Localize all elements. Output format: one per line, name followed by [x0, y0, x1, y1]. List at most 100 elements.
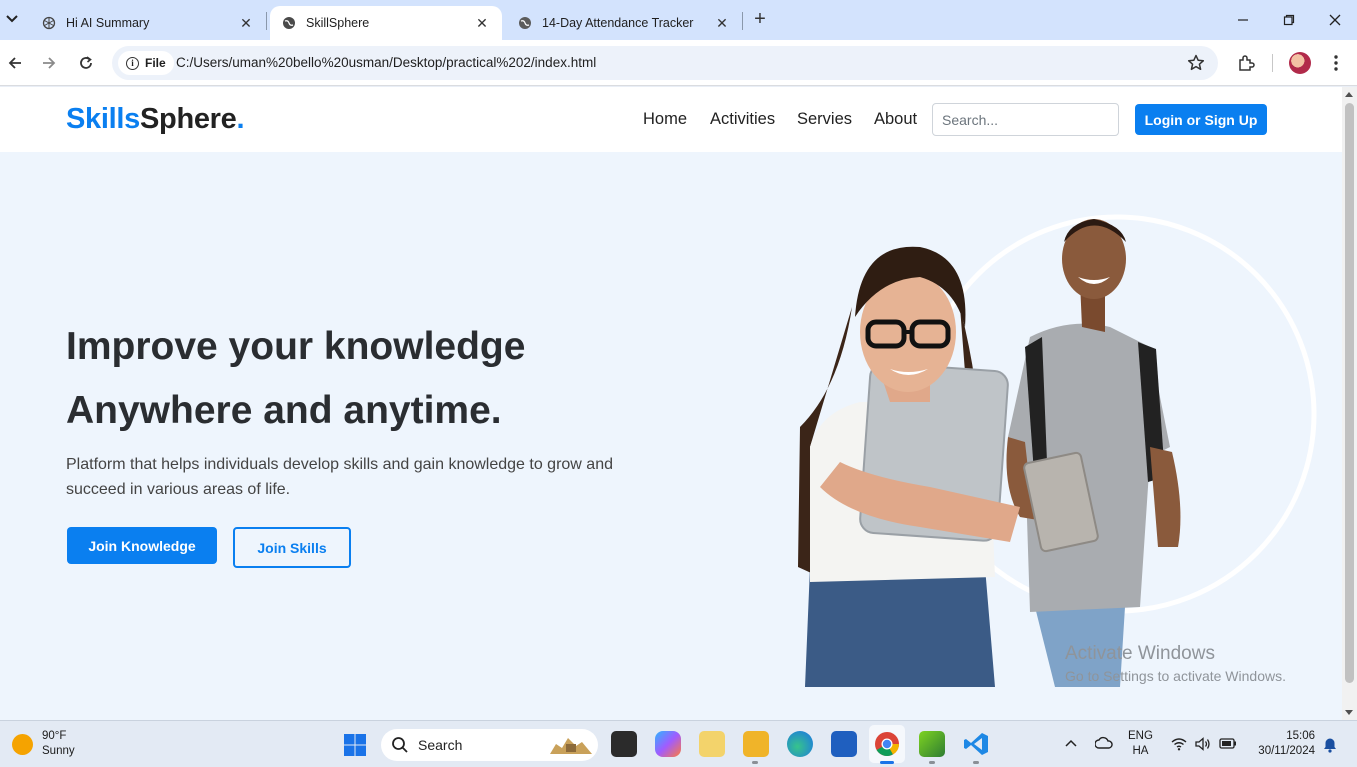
- tab-hi-ai-summary[interactable]: Hi AI Summary ✕: [30, 6, 266, 40]
- task-view-icon[interactable]: [611, 731, 637, 757]
- globe-icon: [282, 16, 296, 30]
- forward-button[interactable]: [38, 52, 60, 74]
- extensions-icon[interactable]: [1236, 53, 1256, 73]
- tab-attendance-tracker[interactable]: 14-Day Attendance Tracker ✕: [506, 6, 742, 40]
- hero-students-image: [798, 214, 1317, 687]
- url-text[interactable]: C:/Users/uman%20bello%20usman/Desktop/pr…: [176, 55, 596, 70]
- hero-title-line-1: Improve your knowledge: [66, 325, 526, 368]
- app-running-indicator: [929, 761, 935, 764]
- hero-description: Platform that helps individuals develop …: [66, 456, 613, 498]
- close-icon: [1329, 14, 1341, 26]
- scroll-thumb[interactable]: [1345, 103, 1354, 683]
- hero-title: Improve your knowledge Anywhere and anyt…: [66, 315, 525, 443]
- keyboard-layout: HA: [1132, 745, 1149, 757]
- onedrive-cloud-icon[interactable]: [1095, 736, 1113, 750]
- language-indicator[interactable]: ENG HA: [1128, 729, 1153, 759]
- notification-bell-icon[interactable]: [1322, 737, 1338, 753]
- more-options-icon[interactable]: [1326, 53, 1346, 73]
- minimize-button[interactable]: [1229, 8, 1257, 32]
- tab-title: SkillSphere: [306, 16, 370, 30]
- browser-toolbar: i File C:/Users/uman%20bello%20usman/Des…: [0, 40, 1357, 86]
- tab-divider: [266, 12, 267, 30]
- close-window-button[interactable]: [1321, 8, 1349, 32]
- student-woman-figure: [798, 246, 1020, 687]
- join-knowledge-button[interactable]: Join Knowledge: [67, 527, 217, 564]
- taskbar-search-box[interactable]: Search: [381, 729, 598, 761]
- address-bar[interactable]: i File C:/Users/uman%20bello%20usman/Des…: [112, 46, 1218, 80]
- logo-part-sphere: Sphere: [139, 103, 237, 135]
- scroll-up-arrow[interactable]: [1345, 92, 1353, 97]
- reload-icon: [80, 56, 92, 69]
- battery-icon[interactable]: [1219, 738, 1237, 749]
- activate-windows-watermark: Activate Windows Go to Settings to activ…: [1065, 643, 1286, 684]
- info-icon: i: [126, 56, 139, 70]
- nav-about[interactable]: About: [874, 110, 917, 129]
- edge-browser-icon[interactable]: [787, 731, 813, 757]
- minimize-icon: [1238, 19, 1248, 21]
- wifi-icon[interactable]: [1171, 737, 1187, 751]
- app-running-indicator: [752, 761, 758, 764]
- back-button[interactable]: [4, 52, 26, 74]
- openai-icon: [42, 16, 56, 30]
- tab-search-button[interactable]: [2, 8, 22, 30]
- page-viewport: SkillsSphere. Home Activities Servies Ab…: [0, 87, 1342, 720]
- app-active-indicator: [880, 761, 894, 764]
- back-arrow-icon: [8, 57, 21, 69]
- watermark-title: Activate Windows: [1065, 643, 1215, 664]
- forward-arrow-icon: [43, 57, 56, 69]
- close-icon[interactable]: ✕: [714, 15, 730, 31]
- weather-temp: 90°F: [42, 730, 67, 742]
- watermark-subtitle: Go to Settings to activate Windows.: [1065, 668, 1286, 684]
- reload-button[interactable]: [75, 52, 97, 74]
- weather-widget[interactable]: 90°F Sunny: [12, 729, 75, 759]
- tab-title: Hi AI Summary: [66, 16, 150, 30]
- search-icon: [392, 737, 408, 753]
- close-icon[interactable]: ✕: [474, 15, 490, 31]
- nav-services[interactable]: Servies: [797, 110, 852, 129]
- show-hidden-icons-chevron[interactable]: [1065, 739, 1077, 747]
- search-highlight-icon: [550, 738, 592, 754]
- nav-home[interactable]: Home: [643, 110, 687, 129]
- globe-icon: [518, 16, 532, 30]
- tab-title: 14-Day Attendance Tracker: [542, 16, 694, 30]
- tab-skillsphere[interactable]: SkillSphere ✕: [270, 6, 502, 40]
- app-running-indicator: [973, 761, 979, 764]
- site-logo[interactable]: SkillsSphere.: [66, 103, 245, 136]
- vscode-icon[interactable]: [963, 731, 989, 757]
- stock-app-icon[interactable]: [919, 731, 945, 757]
- scroll-down-arrow[interactable]: [1345, 710, 1353, 715]
- windows-start-icon[interactable]: [343, 733, 367, 757]
- restore-button[interactable]: [1275, 8, 1303, 32]
- restore-icon: [1283, 14, 1295, 26]
- chrome-icon[interactable]: [874, 731, 900, 757]
- join-skills-button[interactable]: Join Skills: [233, 527, 351, 568]
- microsoft-store-icon[interactable]: [831, 731, 857, 757]
- hero-title-line-2: Anywhere and anytime.: [66, 389, 502, 432]
- windows-taskbar: 90°F Sunny Search ENG HA 15:06 30/11/202…: [0, 720, 1357, 767]
- clock-date: 30/11/2024: [1258, 745, 1315, 757]
- new-tab-button[interactable]: +: [750, 9, 770, 30]
- site-search-input[interactable]: [932, 103, 1119, 136]
- bookmark-star-icon[interactable]: [1186, 53, 1206, 73]
- page-scrollbar[interactable]: [1342, 87, 1357, 720]
- weather-desc: Sunny: [42, 745, 75, 757]
- logo-dot: .: [236, 103, 245, 135]
- notes-app-icon[interactable]: [699, 731, 725, 757]
- file-explorer-icon[interactable]: [743, 731, 769, 757]
- close-icon[interactable]: ✕: [238, 15, 254, 31]
- sun-icon: [12, 733, 33, 755]
- nav-activities[interactable]: Activities: [710, 110, 775, 129]
- volume-icon[interactable]: [1195, 737, 1211, 751]
- url-scheme-label: File: [145, 56, 166, 70]
- copilot-icon[interactable]: [655, 731, 681, 757]
- profile-avatar[interactable]: [1289, 52, 1311, 74]
- login-signup-button[interactable]: Login or Sign Up: [1135, 104, 1267, 135]
- language-code: ENG: [1128, 730, 1153, 742]
- tab-strip: Hi AI Summary ✕ SkillSphere ✕ 14-Day Att…: [0, 0, 1357, 40]
- site-header: SkillsSphere. Home Activities Servies Ab…: [0, 87, 1342, 152]
- taskbar-search-label: Search: [418, 737, 463, 753]
- system-clock[interactable]: 15:06 30/11/2024: [1258, 729, 1315, 759]
- site-info-chip[interactable]: i File: [118, 51, 174, 75]
- student-man-figure: [1006, 219, 1181, 687]
- tab-divider: [742, 12, 743, 30]
